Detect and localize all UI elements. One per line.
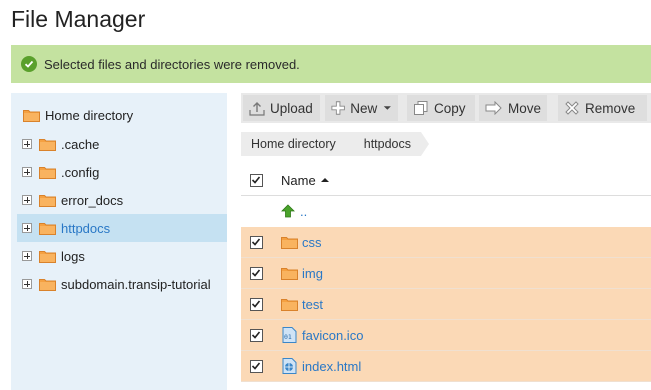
folder-icon	[281, 236, 298, 249]
tree-item-config[interactable]: .config	[17, 158, 227, 186]
table-row[interactable]: css	[241, 227, 651, 258]
tree-item-label: subdomain.transip-tutorial	[61, 276, 211, 292]
folder-icon	[39, 222, 56, 235]
folder-icon	[39, 138, 56, 151]
tree-root-home[interactable]: Home directory	[23, 105, 133, 125]
tree-item-error-docs[interactable]: error_docs	[17, 186, 227, 214]
copy-button[interactable]: Copy	[407, 95, 475, 121]
row-checkbox[interactable]	[249, 328, 263, 342]
tree-item-label: logs	[61, 248, 85, 264]
tree-item-label: httpdocs	[61, 220, 111, 236]
breadcrumb-httpdocs[interactable]: httpdocs	[349, 132, 430, 156]
file-name-link[interactable]: test	[302, 297, 323, 312]
upload-icon	[249, 101, 265, 116]
row-checkbox-cell	[241, 359, 271, 373]
file-name-link[interactable]: index.html	[302, 359, 361, 374]
expand-icon[interactable]	[22, 195, 32, 205]
tree-item-logs[interactable]: logs	[17, 242, 227, 270]
file-name-link[interactable]: css	[302, 235, 322, 250]
expand-icon[interactable]	[22, 223, 32, 233]
parent-directory-row[interactable]: ..	[241, 196, 651, 226]
folder-icon	[39, 250, 56, 263]
tree-item-cache[interactable]: .cache	[17, 130, 227, 158]
svg-text:01: 01	[284, 333, 292, 341]
breadcrumb-label: Home directory	[251, 137, 336, 151]
new-label: New	[350, 100, 378, 116]
select-all-checkbox[interactable]	[249, 173, 263, 187]
upload-label: Upload	[270, 100, 313, 116]
success-banner: Selected files and directories were remo…	[11, 45, 651, 83]
breadcrumb-home[interactable]: Home directory	[241, 132, 358, 156]
breadcrumb: Home directory httpdocs	[241, 132, 430, 156]
table-row[interactable]: 01 favicon.ico	[241, 320, 651, 351]
directory-tree: Home directory .cache .config error_docs…	[11, 93, 227, 390]
tree-item-label: .cache	[61, 136, 100, 152]
tree-item-httpdocs[interactable]: httpdocs	[17, 214, 227, 242]
html-file-icon	[282, 358, 297, 374]
sort-ascending-icon	[320, 178, 329, 182]
new-button[interactable]: New	[325, 95, 398, 121]
row-checkbox[interactable]	[249, 297, 263, 311]
tree-item-label: .config	[61, 164, 100, 180]
folder-icon	[281, 267, 298, 280]
upload-button[interactable]: Upload	[243, 95, 320, 121]
file-panel: Upload New Copy Move Remove Home directo…	[241, 93, 651, 390]
remove-icon	[565, 101, 579, 115]
copy-icon	[414, 101, 428, 115]
row-checkbox-cell	[241, 297, 271, 311]
tree-item-label: error_docs	[61, 192, 124, 208]
breadcrumb-label: httpdocs	[363, 137, 412, 151]
folder-icon	[39, 194, 56, 207]
tree-item-subdomain[interactable]: subdomain.transip-tutorial	[17, 270, 227, 298]
row-checkbox[interactable]	[249, 235, 263, 249]
table-row[interactable]: index.html	[241, 351, 651, 382]
toolbar: Upload New Copy Move Remove	[241, 93, 651, 123]
page-title: File Manager	[11, 6, 146, 32]
check-circle-icon	[21, 56, 37, 72]
row-checkbox[interactable]	[249, 359, 263, 373]
folder-icon	[39, 278, 56, 291]
binary-file-icon: 01	[282, 327, 297, 343]
expand-icon[interactable]	[22, 251, 32, 261]
name-column-label: Name	[281, 172, 316, 188]
file-name-link[interactable]: favicon.ico	[302, 328, 363, 343]
select-all-cell	[241, 173, 271, 187]
up-arrow-icon	[281, 204, 295, 218]
expand-icon[interactable]	[22, 167, 32, 177]
tree-root-label: Home directory	[45, 107, 134, 123]
table-row[interactable]: img	[241, 258, 651, 289]
move-label: Move	[508, 100, 542, 116]
row-checkbox-cell	[241, 328, 271, 342]
plus-icon	[331, 101, 345, 115]
row-checkbox-cell	[241, 235, 271, 249]
folder-icon	[281, 298, 298, 311]
chevron-down-icon	[384, 106, 392, 110]
copy-label: Copy	[434, 100, 466, 116]
expand-icon[interactable]	[22, 279, 32, 289]
remove-label: Remove	[585, 100, 636, 116]
table-header: Name	[241, 165, 651, 196]
table-row[interactable]: test	[241, 289, 651, 320]
row-checkbox-cell	[241, 266, 271, 280]
name-column-header[interactable]: Name	[281, 173, 330, 188]
file-name-link[interactable]: img	[302, 266, 323, 281]
expand-icon[interactable]	[22, 139, 32, 149]
row-checkbox[interactable]	[249, 266, 263, 280]
folder-icon	[23, 109, 40, 122]
move-button[interactable]: Move	[479, 95, 547, 121]
parent-directory-label: ..	[300, 203, 308, 219]
remove-button[interactable]: Remove	[558, 95, 647, 121]
banner-message: Selected files and directories were remo…	[44, 56, 300, 72]
move-icon	[485, 101, 502, 115]
folder-icon	[39, 166, 56, 179]
